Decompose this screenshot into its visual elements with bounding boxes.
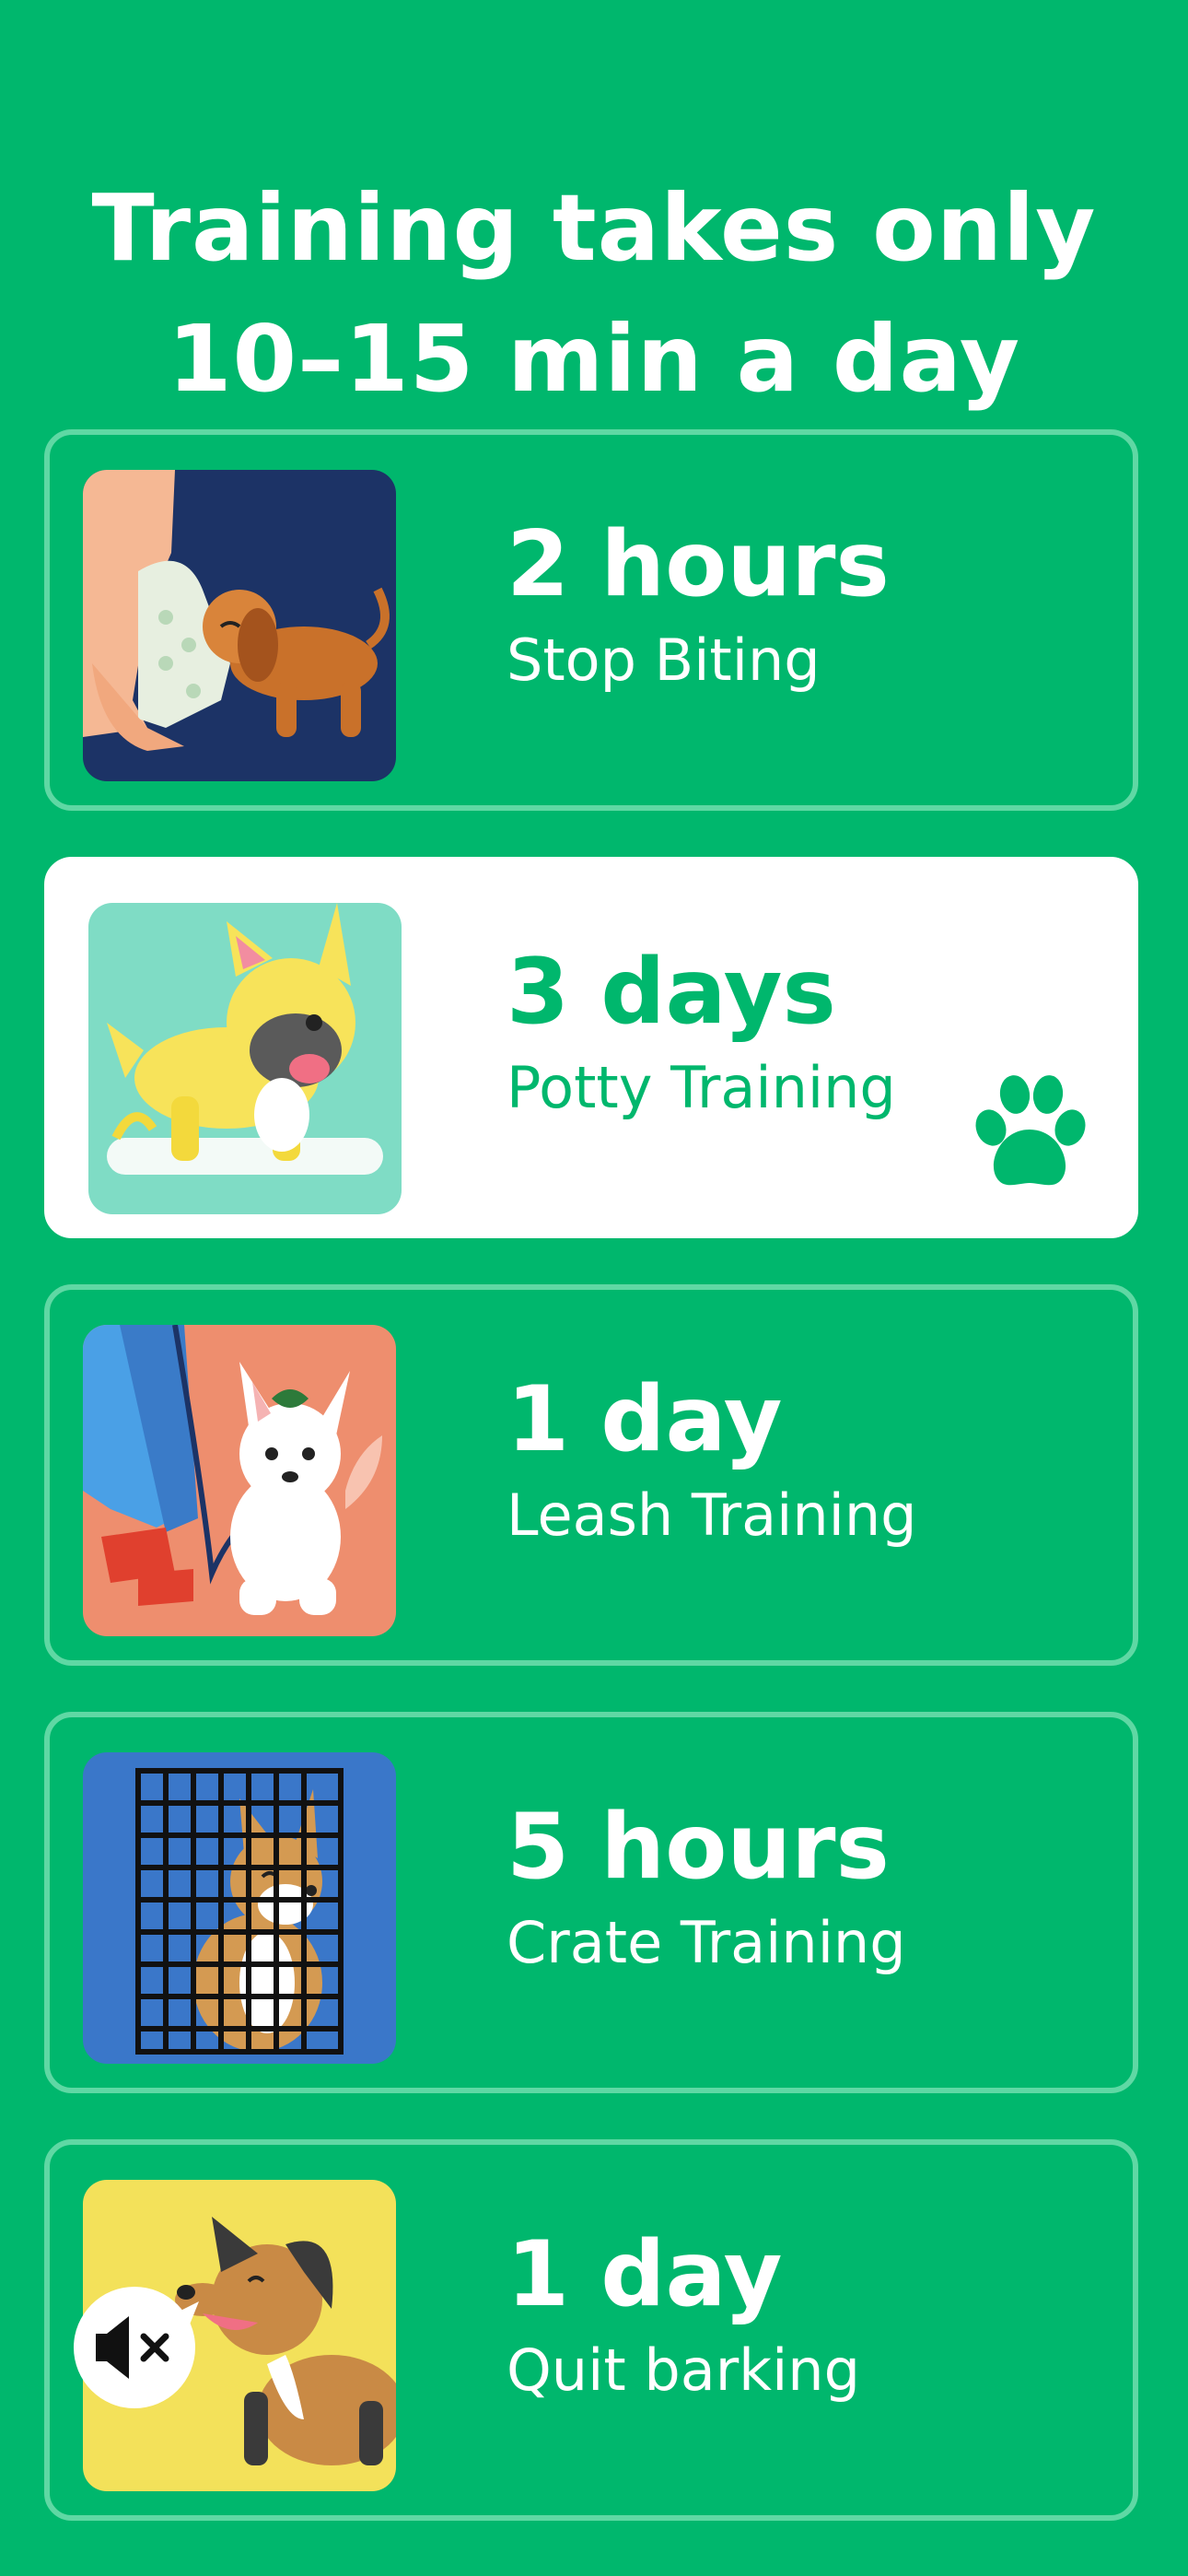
option-card-stop-biting[interactable]: 2 hours Stop Biting (44, 429, 1138, 811)
option-label: Leash Training (507, 1481, 917, 1549)
option-card-crate-training[interactable]: 5 hours Crate Training (44, 1712, 1138, 2093)
option-card-quit-barking[interactable]: 1 day Quit barking (44, 2139, 1138, 2521)
option-label: Crate Training (507, 1909, 906, 1976)
duration: 2 hours (507, 512, 890, 617)
title-line-1: Training takes only (91, 174, 1097, 282)
mute-icon (74, 2287, 199, 2408)
title-line-2: 10–15 min a day (167, 305, 1021, 413)
duration: 5 hours (507, 1795, 890, 1900)
potty-training-illustration (88, 903, 402, 1214)
crate-training-illustration (83, 1752, 396, 2064)
option-label: Stop Biting (507, 626, 821, 694)
option-label: Potty Training (507, 1054, 896, 1121)
duration: 1 day (507, 2222, 783, 2327)
leash-training-illustration (83, 1325, 396, 1636)
duration: 1 day (507, 1367, 783, 1472)
page-title: Training takes only 10–15 min a day (0, 163, 1188, 425)
duration: 3 days (507, 940, 836, 1045)
paw-icon (975, 1075, 1086, 1186)
stop-biting-illustration (83, 470, 396, 781)
option-card-leash-training[interactable]: 1 day Leash Training (44, 1284, 1138, 1666)
option-label: Quit barking (507, 2336, 860, 2404)
option-card-potty-training[interactable]: 3 days Potty Training (44, 857, 1138, 1238)
